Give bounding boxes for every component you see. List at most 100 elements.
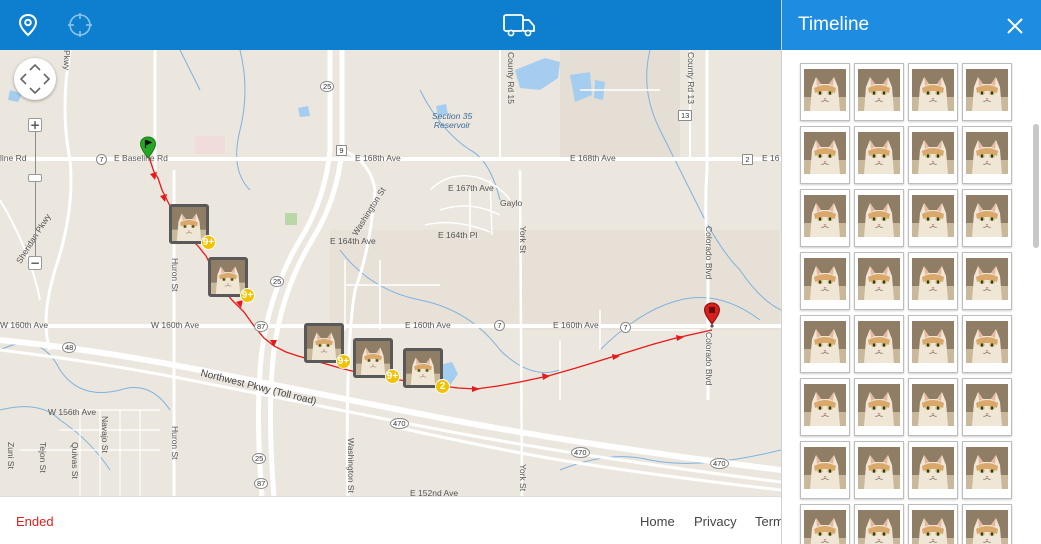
road-label: E 16 xyxy=(762,153,780,163)
cat-photo xyxy=(211,260,245,294)
timeline-thumbnail[interactable] xyxy=(854,378,904,436)
timeline-thumbnail[interactable] xyxy=(908,504,958,544)
close-icon[interactable] xyxy=(1004,15,1026,37)
timeline-thumbnail[interactable] xyxy=(854,63,904,121)
app-root: line Rd E Baseline Rd E 168th Ave E 168t… xyxy=(0,0,1041,544)
timeline-thumbnail[interactable] xyxy=(908,315,958,373)
cat-photo xyxy=(966,258,1008,300)
timeline-thumbnail[interactable] xyxy=(962,63,1012,121)
cat-photo xyxy=(858,384,900,426)
photo-cluster-marker[interactable]: 9+ xyxy=(169,204,216,250)
top-toolbar xyxy=(0,0,781,50)
timeline-thumbnail[interactable] xyxy=(800,441,850,499)
cat-photo xyxy=(804,384,846,426)
route-map[interactable]: line Rd E Baseline Rd E 168th Ave E 168t… xyxy=(0,50,781,496)
photo-cluster-marker[interactable]: 9+ xyxy=(353,338,400,384)
cat-photo xyxy=(858,258,900,300)
road-label: Washington St xyxy=(346,438,356,493)
zoom-out-button[interactable]: − xyxy=(28,256,42,270)
cat-photo xyxy=(858,132,900,174)
timeline-thumbnail[interactable] xyxy=(800,504,850,544)
timeline-thumbnail[interactable] xyxy=(800,252,850,310)
road-label: York St xyxy=(518,226,528,254)
cat-photo xyxy=(966,384,1008,426)
reservoir-label: Section 35 Reservoir xyxy=(432,111,473,130)
timeline-thumbnail[interactable] xyxy=(962,315,1012,373)
timeline-thumbnail[interactable] xyxy=(908,441,958,499)
cat-photo xyxy=(804,132,846,174)
photo-count-badge: 9+ xyxy=(336,354,351,369)
timeline-thumbnail[interactable] xyxy=(854,252,904,310)
cat-photo xyxy=(858,321,900,363)
cat-photo xyxy=(912,132,954,174)
timeline-thumbnail[interactable] xyxy=(854,189,904,247)
photo-cluster-marker[interactable]: 9+ xyxy=(304,323,351,369)
road-label: Navajo St xyxy=(100,416,110,453)
road-label: County Rd 15 xyxy=(506,52,516,104)
timeline-thumbnail[interactable] xyxy=(908,189,958,247)
timeline-thumbnail[interactable] xyxy=(908,126,958,184)
trip-status: Ended xyxy=(16,514,54,529)
road-label: E 167th Ave xyxy=(448,183,494,193)
pan-arrows-icon xyxy=(19,63,51,95)
timeline-thumbnail[interactable] xyxy=(854,315,904,373)
timeline-thumbnail[interactable] xyxy=(962,441,1012,499)
timeline-thumbnail[interactable] xyxy=(908,252,958,310)
cat-photo xyxy=(912,510,954,544)
cat-photo xyxy=(172,207,206,241)
road-label: Huron St xyxy=(170,258,180,292)
timeline-thumbnail[interactable] xyxy=(908,378,958,436)
photo-cluster-marker[interactable]: 9+ xyxy=(208,257,255,303)
timeline-thumbnail[interactable] xyxy=(854,126,904,184)
route-shield: 9 xyxy=(336,145,347,156)
route-shield: 470 xyxy=(390,418,409,429)
timeline-thumbnail[interactable] xyxy=(854,504,904,544)
timeline-thumbnail[interactable] xyxy=(962,189,1012,247)
photo-count-badge: 9+ xyxy=(201,235,216,250)
delivery-truck-icon[interactable] xyxy=(502,8,536,42)
cat-photo xyxy=(804,447,846,489)
cat-photo xyxy=(912,69,954,111)
timeline-thumbnail[interactable] xyxy=(962,126,1012,184)
timeline-thumbnail[interactable] xyxy=(962,252,1012,310)
road-label: Huron St xyxy=(170,426,180,460)
road-label: Tejon St xyxy=(38,442,48,473)
timeline-thumbnail[interactable] xyxy=(800,378,850,436)
cat-photo xyxy=(966,195,1008,237)
timeline-thumbnail[interactable] xyxy=(800,63,850,121)
timeline-thumbnail[interactable] xyxy=(800,315,850,373)
cat-photo xyxy=(858,510,900,544)
cat-photo xyxy=(804,195,846,237)
zoom-slider-handle[interactable] xyxy=(28,174,42,182)
start-flag-pin-icon[interactable] xyxy=(139,136,157,165)
route-shield: 470 xyxy=(571,447,590,458)
photo-count-badge: 9+ xyxy=(240,288,255,303)
timeline-thumbnail[interactable] xyxy=(962,504,1012,544)
scrollbar-thumb[interactable] xyxy=(1033,124,1039,248)
crosshair-icon[interactable] xyxy=(63,8,97,42)
timeline-thumbnail[interactable] xyxy=(908,63,958,121)
cat-photo xyxy=(804,69,846,111)
cat-photo xyxy=(912,258,954,300)
photo-count-badge: 2 xyxy=(435,379,450,394)
timeline-thumbnail[interactable] xyxy=(962,378,1012,436)
road-label: E 160th Ave xyxy=(553,320,599,330)
location-pin-icon[interactable] xyxy=(11,8,45,42)
privacy-link[interactable]: Privacy xyxy=(694,514,737,529)
road-label: E 164th Pl xyxy=(438,230,478,240)
road-label: County Rd 13 xyxy=(686,52,696,104)
home-link[interactable]: Home xyxy=(640,514,675,529)
timeline-thumbnail[interactable] xyxy=(800,189,850,247)
timeline-scrollbar[interactable] xyxy=(1032,124,1040,544)
map-pan-control[interactable] xyxy=(14,58,56,100)
cat-photo xyxy=(966,132,1008,174)
end-pin-icon[interactable] xyxy=(703,302,721,333)
zoom-in-button[interactable]: + xyxy=(28,118,42,132)
cat-photo xyxy=(406,351,440,385)
timeline-thumbnail[interactable] xyxy=(854,441,904,499)
photo-cluster-marker[interactable]: 2 xyxy=(403,348,450,394)
photo-count-badge: 9+ xyxy=(385,369,400,384)
road-label: W 160th Ave xyxy=(0,320,49,330)
timeline-thumbnail[interactable] xyxy=(800,126,850,184)
road-label: line Rd xyxy=(0,153,27,163)
